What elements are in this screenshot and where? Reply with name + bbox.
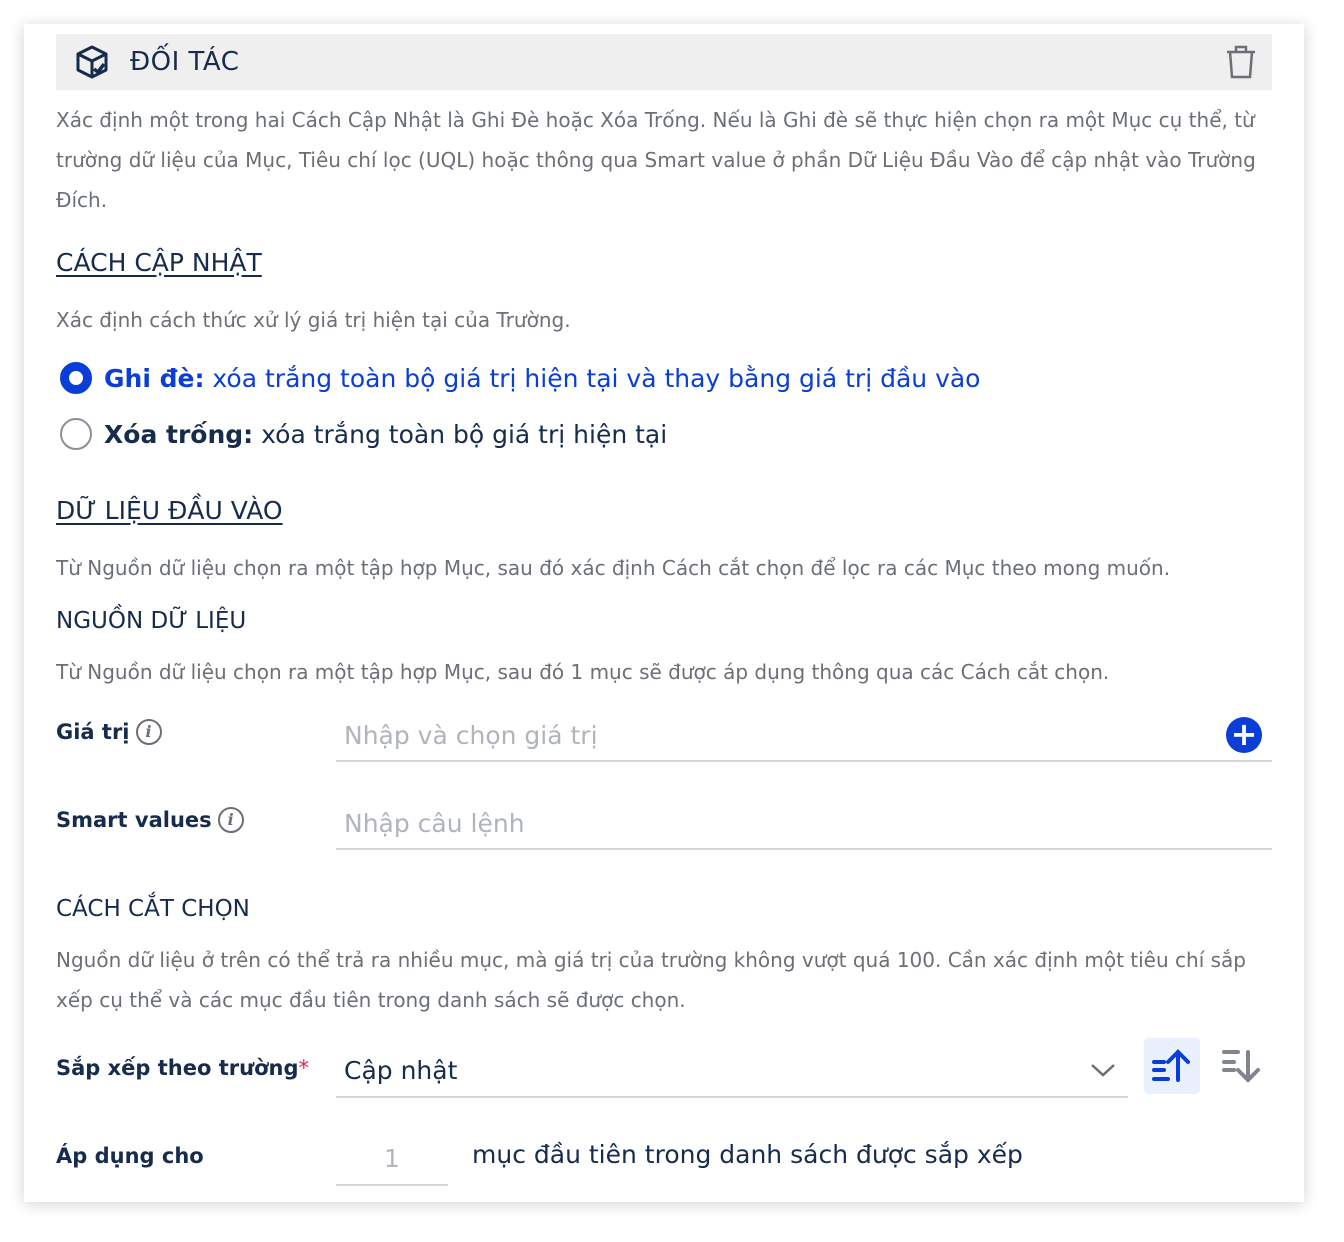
sort-descending-button[interactable]: [1214, 1038, 1270, 1094]
radio-clear[interactable]: Xóa trống: xóa trắng toàn bộ giá trị hiệ…: [60, 418, 667, 450]
card-header: ĐỐI TÁC: [56, 34, 1272, 90]
value-label: Giá trị i: [56, 716, 162, 748]
option-label: Xóa trống:: [104, 419, 254, 449]
apply-suffix: mục đầu tiên trong danh sách được sắp xế…: [472, 1140, 1023, 1169]
sort-ascending-button[interactable]: [1144, 1038, 1200, 1094]
smart-label: Smart values i: [56, 804, 244, 836]
option-text: xóa trắng toàn bộ giá trị hiện tại: [261, 419, 668, 449]
source-title: NGUỒN DỮ LIỆU: [56, 608, 247, 634]
value-input[interactable]: Nhập và chọn giá trị +: [336, 710, 1272, 762]
sort-ascending-icon: [1152, 1049, 1190, 1082]
slice-title: CÁCH CẮT CHỌN: [56, 896, 250, 922]
update-desc: Xác định cách thức xử lý giá trị hiện tạ…: [56, 308, 571, 332]
required-mark: *: [298, 1056, 310, 1080]
radio-overwrite[interactable]: Ghi đè: xóa trắng toàn bộ giá trị hiện t…: [60, 362, 980, 394]
sort-descending-icon: [1222, 1050, 1260, 1083]
intro-text: Xác định một trong hai Cách Cập Nhật là …: [56, 108, 1256, 212]
card-title: ĐỐI TÁC: [130, 47, 240, 77]
input-desc: Từ Nguồn dữ liệu chọn ra một tập hợp Mục…: [56, 556, 1171, 580]
smart-input[interactable]: Nhập câu lệnh: [336, 798, 1272, 850]
apply-label: Áp dụng cho: [56, 1144, 204, 1168]
radio-checked-icon[interactable]: [60, 362, 92, 394]
sort-label-text: Sắp xếp theo trường: [56, 1056, 299, 1080]
option-label: Ghi đè:: [104, 363, 205, 393]
info-icon[interactable]: i: [217, 807, 244, 833]
smart-placeholder: Nhập câu lệnh: [344, 808, 525, 838]
slice-desc: Nguồn dữ liệu ở trên có thể trả ra nhiều…: [56, 948, 1246, 1012]
box-check-icon: [76, 45, 108, 79]
sort-label: Sắp xếp theo trường *: [56, 1052, 309, 1084]
apply-count-value: 1: [384, 1143, 400, 1173]
apply-count-input[interactable]: 1: [336, 1132, 448, 1186]
source-desc: Từ Nguồn dữ liệu chọn ra một tập hợp Mục…: [56, 660, 1110, 684]
option-text: xóa trắng toàn bộ giá trị hiện tại và th…: [212, 363, 981, 393]
trash-icon[interactable]: [1224, 44, 1258, 80]
input-title: DỮ LIỆU ĐẦU VÀO: [56, 496, 283, 525]
add-icon[interactable]: +: [1226, 717, 1262, 753]
sort-value: Cập nhật: [344, 1055, 458, 1085]
partner-card: ĐỐI TÁC Xác định một trong hai Cách Cập …: [24, 24, 1304, 1202]
radio-unchecked-icon[interactable]: [60, 418, 92, 450]
value-label-text: Giá trị: [56, 720, 130, 744]
smart-label-text: Smart values: [56, 808, 212, 832]
chevron-down-icon[interactable]: [1090, 1062, 1116, 1078]
update-title: CÁCH CẬP NHẬT: [56, 248, 262, 277]
info-icon[interactable]: i: [135, 719, 162, 745]
value-placeholder: Nhập và chọn giá trị: [344, 720, 598, 750]
sort-select[interactable]: Cập nhật: [336, 1044, 1128, 1098]
